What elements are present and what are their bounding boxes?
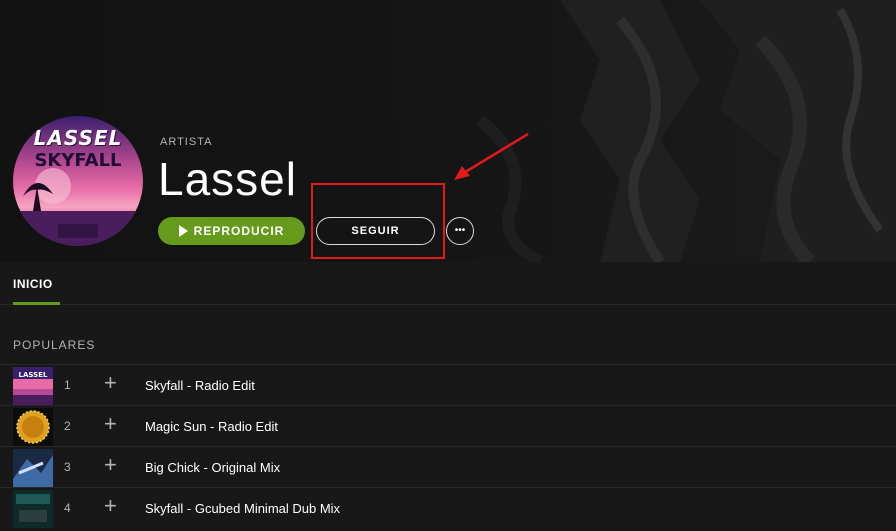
artist-type-label: ARTISTA — [160, 136, 213, 148]
popular-track-list: LASSEL 1 + Skyfall - Radio Edit 2 + Magi… — [0, 364, 896, 528]
track-artwork — [13, 490, 53, 528]
track-number: 4 — [64, 501, 71, 515]
annotation-arrow-icon — [454, 132, 529, 180]
track-title[interactable]: Magic Sun - Radio Edit — [145, 419, 278, 434]
avatar-album-text: SKYFALL — [34, 150, 122, 171]
artist-name: Lassel — [158, 153, 297, 205]
track-title[interactable]: Big Chick - Original Mix — [145, 460, 280, 475]
active-tab-indicator — [13, 302, 60, 305]
track-row[interactable]: 2 + Magic Sun - Radio Edit — [0, 405, 896, 446]
play-button[interactable]: REPRODUCIR — [158, 217, 305, 245]
artist-header: LASSEL SKYFALL ARTISTA Lassel REPRODUCIR… — [0, 0, 896, 262]
svg-text:LASSEL: LASSEL — [19, 371, 48, 379]
add-track-icon[interactable]: + — [104, 454, 117, 476]
track-title[interactable]: Skyfall - Gcubed Minimal Dub Mix — [145, 501, 340, 516]
popular-section-title: POPULARES — [13, 338, 96, 352]
tab-inicio[interactable]: INICIO — [13, 277, 53, 291]
play-button-label: REPRODUCIR — [193, 224, 285, 238]
track-number: 2 — [64, 419, 71, 433]
add-track-icon[interactable]: + — [104, 372, 117, 394]
track-row[interactable]: LASSEL 1 + Skyfall - Radio Edit — [0, 364, 896, 405]
track-artwork — [13, 449, 53, 487]
artist-avatar: LASSEL SKYFALL — [13, 116, 143, 246]
add-track-icon[interactable]: + — [104, 413, 117, 435]
more-options-icon: ••• — [454, 225, 466, 236]
play-icon — [178, 225, 188, 237]
add-track-icon[interactable]: + — [104, 495, 117, 517]
track-title[interactable]: Skyfall - Radio Edit — [145, 378, 255, 393]
more-options-button[interactable]: ••• — [446, 217, 474, 245]
track-row[interactable]: 3 + Big Chick - Original Mix — [0, 446, 896, 487]
track-artwork — [13, 408, 53, 446]
track-number: 3 — [64, 460, 71, 474]
avatar-logo-text: LASSEL — [33, 126, 123, 150]
track-artwork: LASSEL — [13, 367, 53, 405]
annotation-highlight-box — [311, 183, 445, 259]
tab-bar: INICIO — [0, 262, 896, 305]
track-number: 1 — [64, 378, 71, 392]
track-row[interactable]: 4 + Skyfall - Gcubed Minimal Dub Mix — [0, 487, 896, 528]
